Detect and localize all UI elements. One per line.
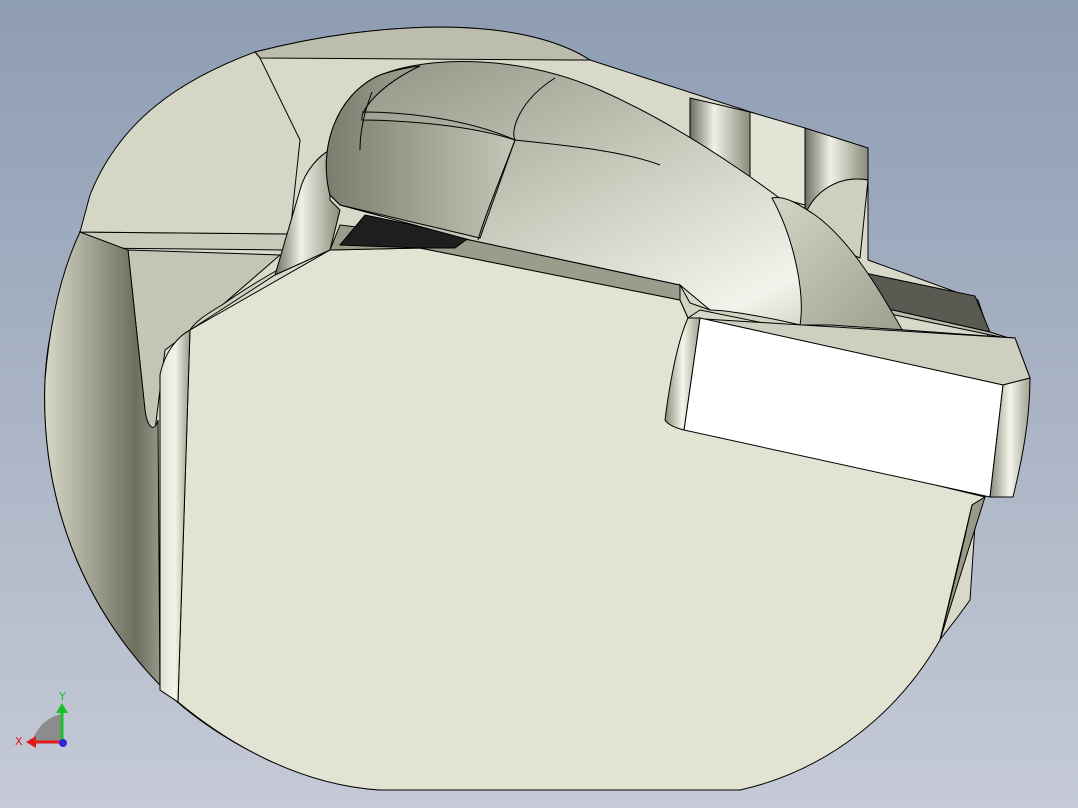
3d-viewport[interactable]: Y X (0, 0, 1078, 808)
triad-y-label: Y (58, 690, 66, 703)
triad-x-label: X (15, 735, 23, 748)
triad-z-origin-icon (59, 739, 67, 747)
cad-model-view[interactable]: Y X (0, 0, 1078, 808)
